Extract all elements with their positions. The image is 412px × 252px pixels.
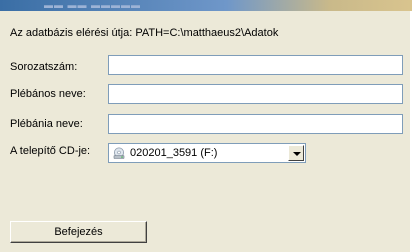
installer-cd-selected-value: 020201_3591 (F:): [130, 147, 218, 159]
installer-cd-label: A telepítő CD-je:: [10, 145, 91, 157]
priest-name-label: Plébános neve:: [10, 88, 86, 100]
chevron-down-icon: [293, 152, 301, 156]
database-path-text: Az adatbázis elérési útja: PATH=C:\matth…: [10, 27, 279, 39]
titlebar-caption-fragment: ▬▬ ▬▬ ▬▬▬▬▬: [44, 0, 142, 10]
installer-cd-dropdown-button[interactable]: [288, 145, 304, 161]
installer-cd-select[interactable]: 020201_3591 (F:): [108, 143, 306, 163]
finish-button[interactable]: Befejezés: [10, 221, 147, 243]
parish-name-input[interactable]: [108, 114, 403, 134]
serial-number-label: Sorozatszám:: [10, 61, 78, 73]
priest-name-input[interactable]: [108, 84, 403, 104]
parish-name-label: Plébánia neve:: [10, 118, 83, 130]
window-titlebar-strip: ▬▬ ▬▬ ▬▬▬▬▬: [0, 0, 412, 11]
serial-number-input[interactable]: [108, 55, 403, 75]
cd-drive-icon: [113, 147, 125, 159]
